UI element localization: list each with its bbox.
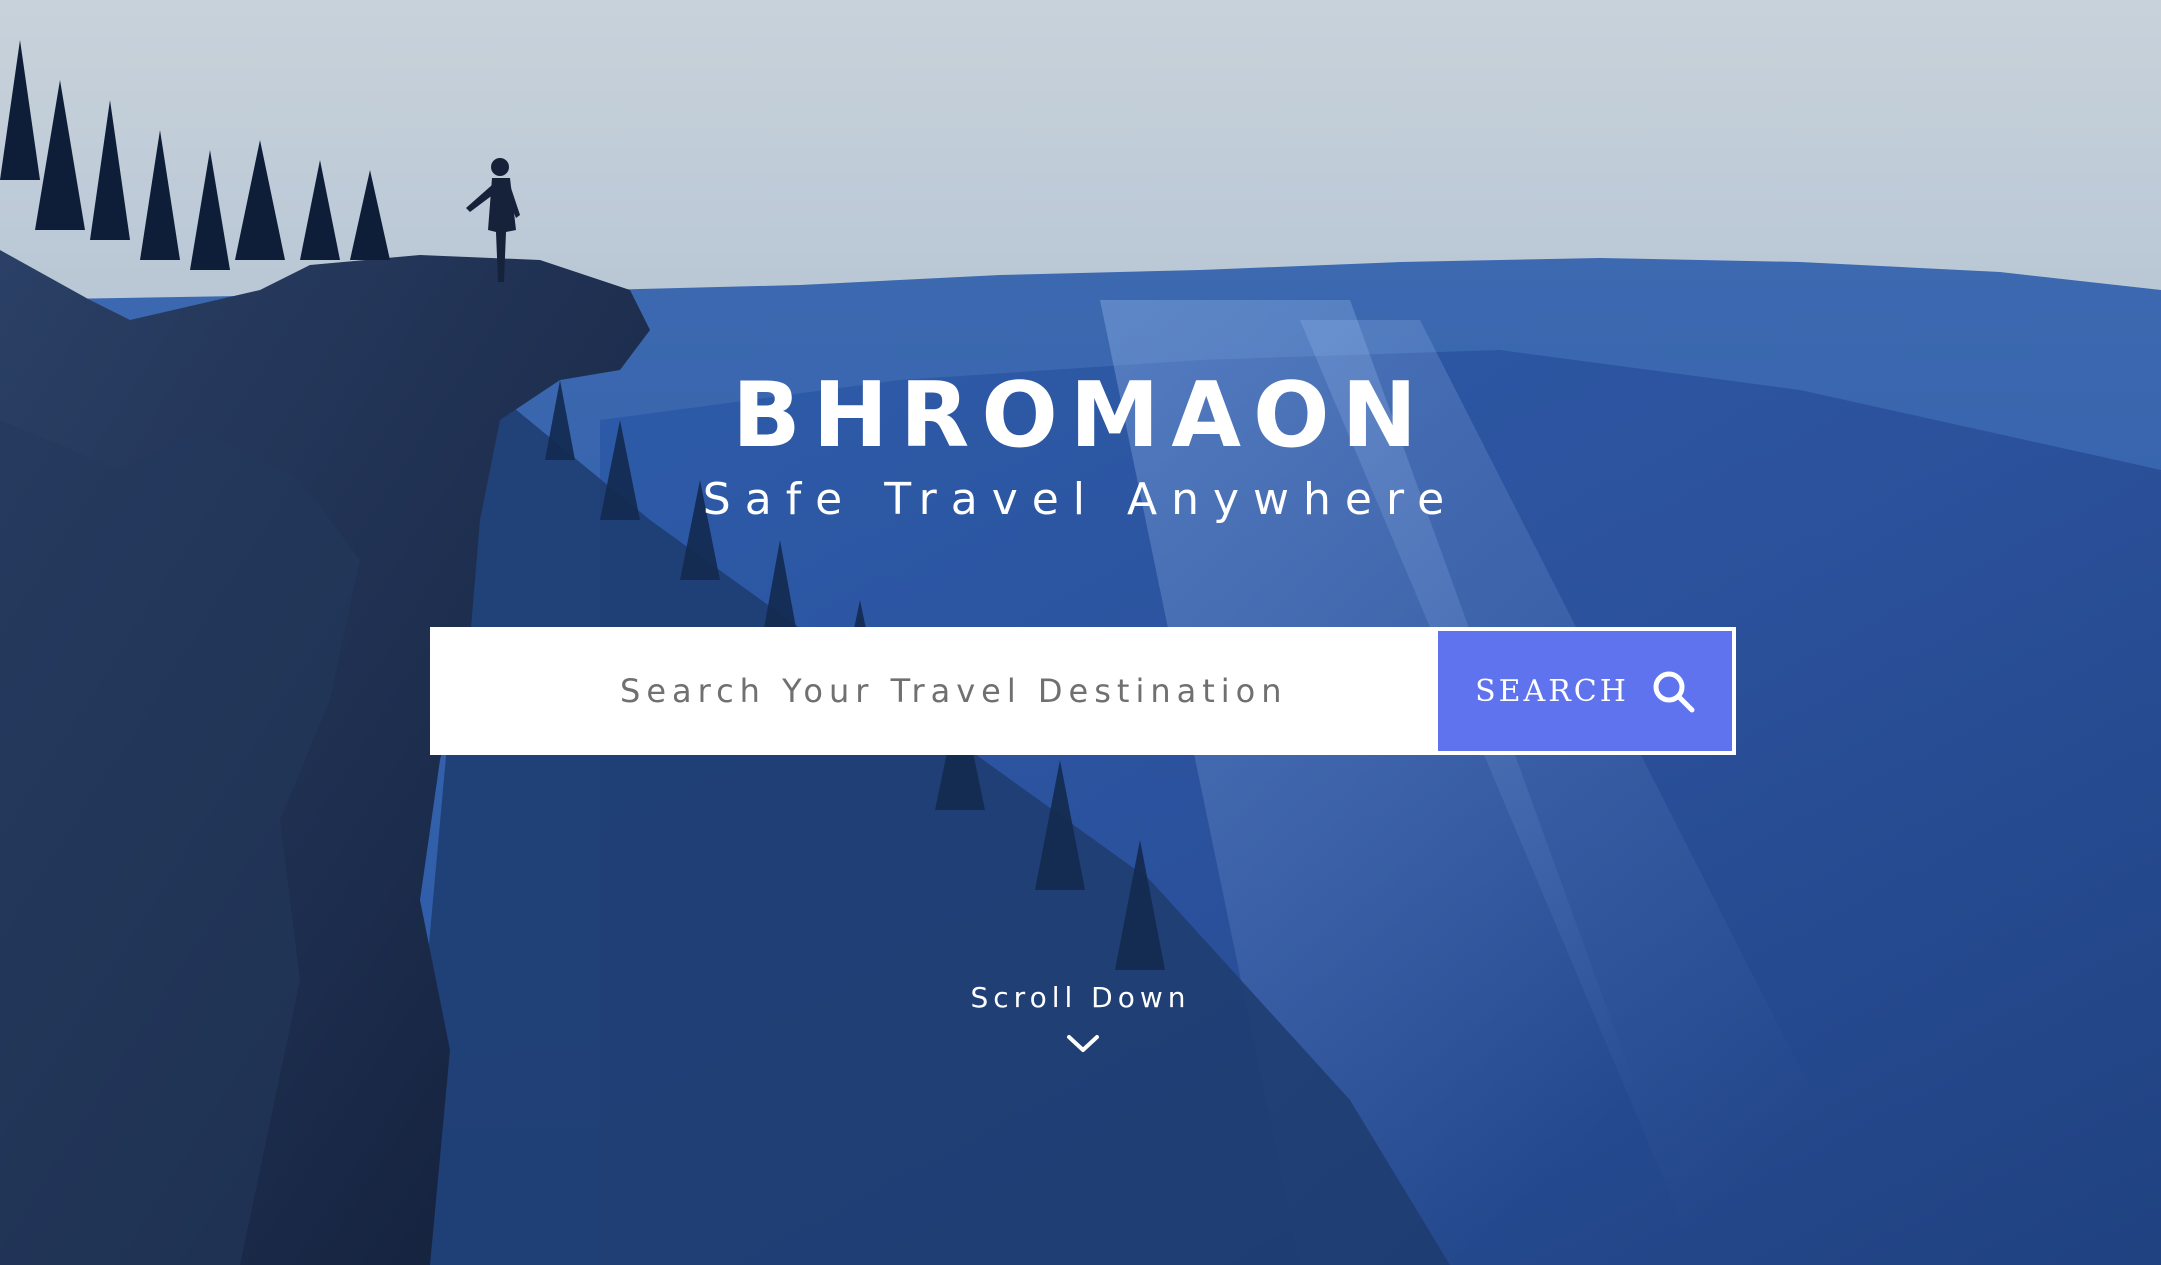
search-button-label: SEARCH (1475, 673, 1629, 709)
search-button[interactable]: SEARCH (1434, 627, 1736, 755)
search-icon (1651, 669, 1695, 713)
hero-section: BHROMAON Safe Travel Anywhere SEARCH Scr… (0, 0, 2161, 1265)
search-input[interactable] (430, 627, 1434, 755)
brand-title: BHROMAON (732, 363, 1429, 468)
brand-tagline: Safe Travel Anywhere (702, 474, 1459, 525)
search-bar: SEARCH (430, 627, 1736, 755)
scroll-down-link[interactable]: Scroll Down (0, 978, 2161, 1018)
chevron-down-icon[interactable] (1066, 1032, 1100, 1056)
